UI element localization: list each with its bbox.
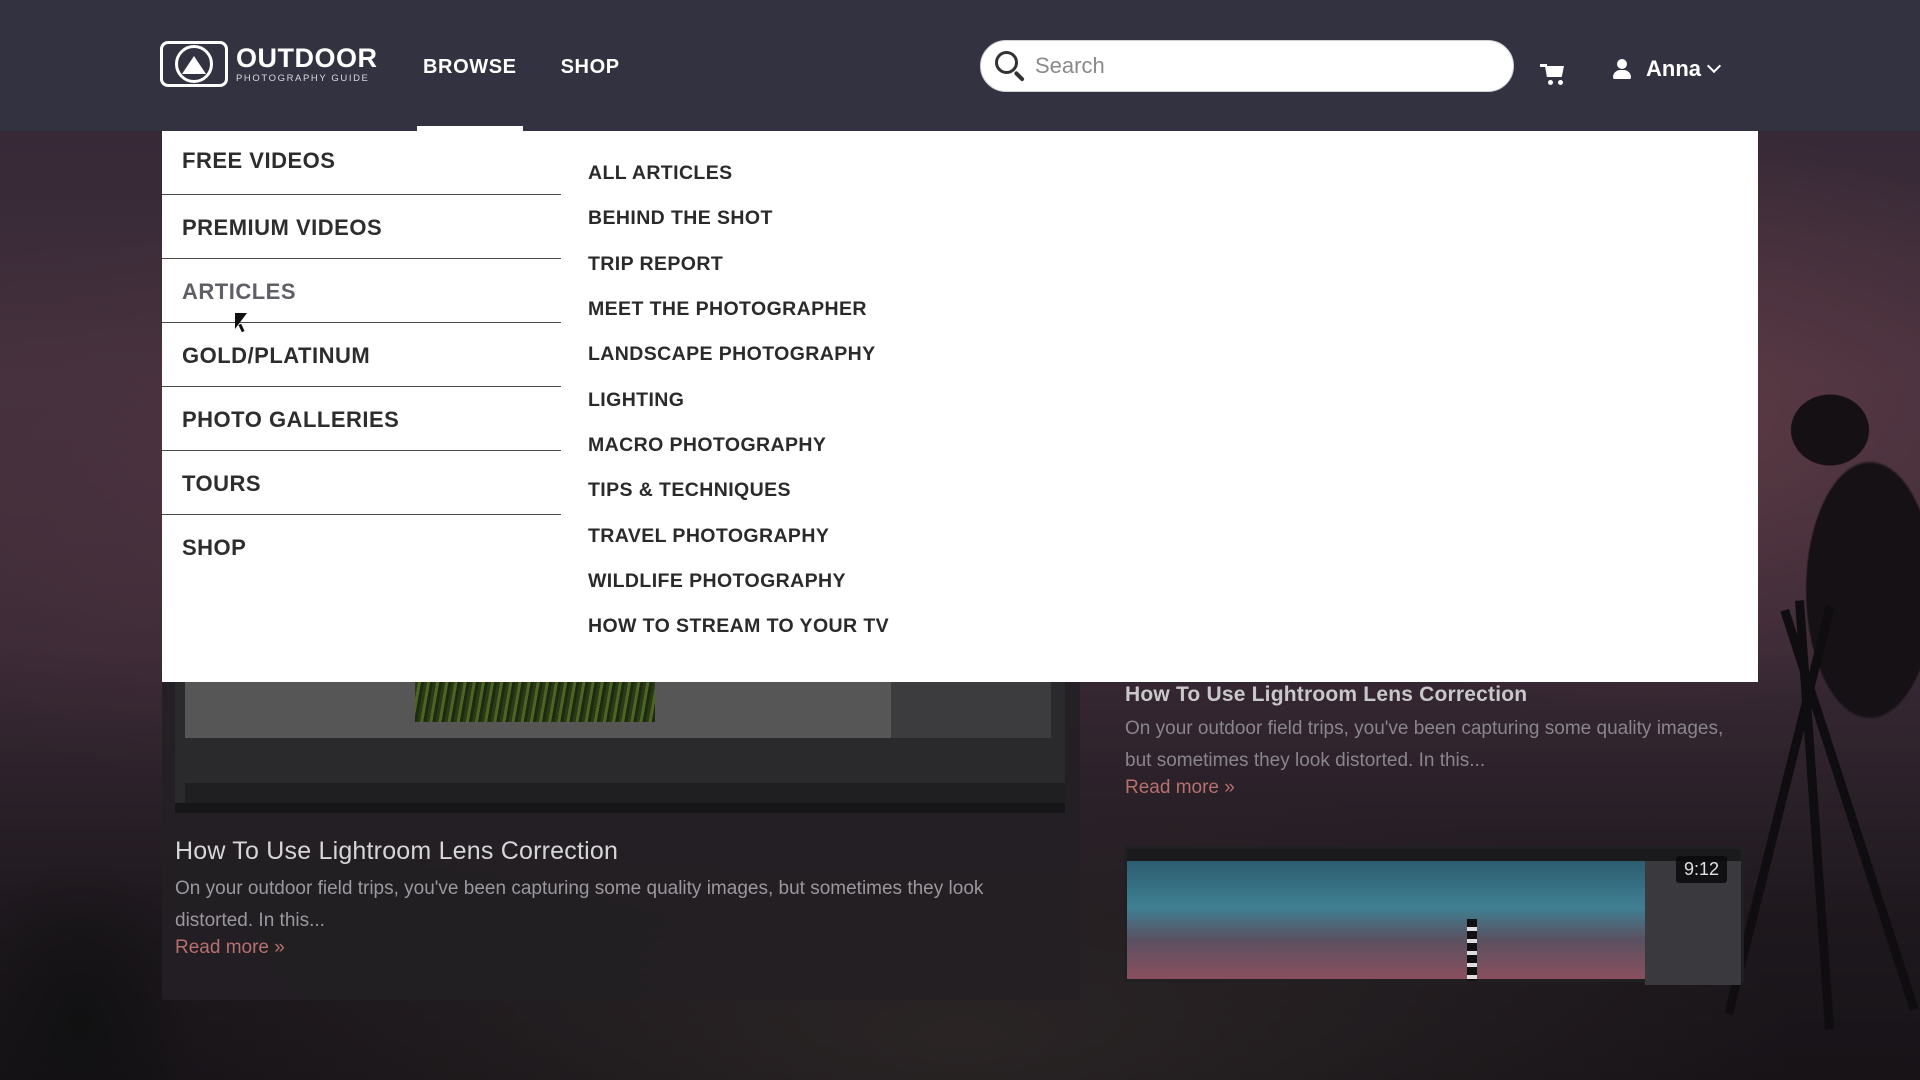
submenu-item-wildlife-photography[interactable]: WILDLIFE PHOTOGRAPHY	[588, 559, 889, 604]
read-more-link[interactable]: Read more »	[1125, 777, 1235, 798]
article-excerpt: On your outdoor field trips, you've been…	[175, 878, 984, 931]
chevron-down-icon[interactable]	[1706, 58, 1722, 74]
submenu-item-lighting[interactable]: LIGHTING	[588, 377, 889, 422]
video-thumbnail[interactable]: 9:12	[1124, 846, 1744, 985]
cart-icon[interactable]	[1540, 62, 1566, 86]
article-excerpt: On your outdoor field trips, you've been…	[1125, 718, 1724, 771]
user-icon	[1612, 58, 1632, 80]
article-card[interactable]: How To Use Lightroom Lens Correction On …	[1112, 683, 1758, 989]
submenu-item-behind-the-shot[interactable]: BEHIND THE SHOT	[588, 196, 889, 241]
site-header: OUTDOOR PHOTOGRAPHY GUIDE BROWSE SHOP An…	[0, 0, 1920, 131]
nav-shop[interactable]: SHOP	[561, 0, 620, 131]
user-menu[interactable]: Anna	[1612, 56, 1722, 82]
menu-item-tours[interactable]: TOURS	[162, 451, 561, 515]
nav-browse[interactable]: BROWSE	[417, 0, 523, 131]
submenu-item-travel-photography[interactable]: TRAVEL PHOTOGRAPHY	[588, 513, 889, 558]
menu-item-photo-galleries[interactable]: PHOTO GALLERIES	[162, 387, 561, 451]
articles-submenu: ALL ARTICLES BEHIND THE SHOT TRIP REPORT…	[588, 151, 889, 649]
thumbnail-lighthouse	[1467, 919, 1477, 981]
search-icon[interactable]	[993, 49, 1027, 83]
menu-item-premium-videos[interactable]: PREMIUM VIDEOS	[162, 195, 561, 259]
logo-title: OUTDOOR	[236, 42, 378, 73]
browse-dropdown: FREE VIDEOS PREMIUM VIDEOS ARTICLES GOLD…	[162, 131, 1758, 682]
menu-item-articles[interactable]: ARTICLES	[162, 259, 561, 323]
video-duration-badge: 9:12	[1675, 856, 1727, 883]
menu-item-shop[interactable]: SHOP	[162, 515, 561, 579]
submenu-item-macro-photography[interactable]: MACRO PHOTOGRAPHY	[588, 423, 889, 468]
thumbnail-strip	[185, 783, 1065, 803]
main-nav: BROWSE SHOP	[417, 0, 664, 131]
menu-item-free-videos[interactable]: FREE VIDEOS	[162, 131, 561, 195]
article-card[interactable]: How To Use Lightroom Lens Correction On …	[162, 630, 1080, 1000]
article-title[interactable]: How To Use Lightroom Lens Correction	[175, 837, 1055, 866]
submenu-item-all-articles[interactable]: ALL ARTICLES	[588, 151, 889, 196]
search-bar[interactable]	[980, 40, 1514, 92]
article-title[interactable]: How To Use Lightroom Lens Correction	[1125, 683, 1745, 707]
submenu-item-meet-the-photographer[interactable]: MEET THE PHOTOGRAPHER	[588, 287, 889, 332]
submenu-item-stream-to-tv[interactable]: HOW TO STREAM TO YOUR TV	[588, 604, 889, 649]
read-more-link[interactable]: Read more »	[175, 937, 1055, 959]
menu-item-gold-platinum[interactable]: GOLD/PLATINUM	[162, 323, 561, 387]
search-input[interactable]	[1035, 53, 1475, 79]
camera-logo-icon	[160, 41, 228, 87]
logo-subtitle: PHOTOGRAPHY GUIDE	[236, 72, 370, 84]
site-logo[interactable]: OUTDOOR PHOTOGRAPHY GUIDE	[160, 40, 378, 88]
submenu-item-landscape-photography[interactable]: LANDSCAPE PHOTOGRAPHY	[588, 332, 889, 377]
mouse-cursor-icon	[235, 313, 249, 335]
user-name[interactable]: Anna	[1646, 56, 1701, 82]
submenu-item-tips-techniques[interactable]: TIPS & TECHNIQUES	[588, 468, 889, 513]
primary-category-list: FREE VIDEOS PREMIUM VIDEOS ARTICLES GOLD…	[162, 131, 561, 579]
submenu-item-trip-report[interactable]: TRIP REPORT	[588, 242, 889, 287]
